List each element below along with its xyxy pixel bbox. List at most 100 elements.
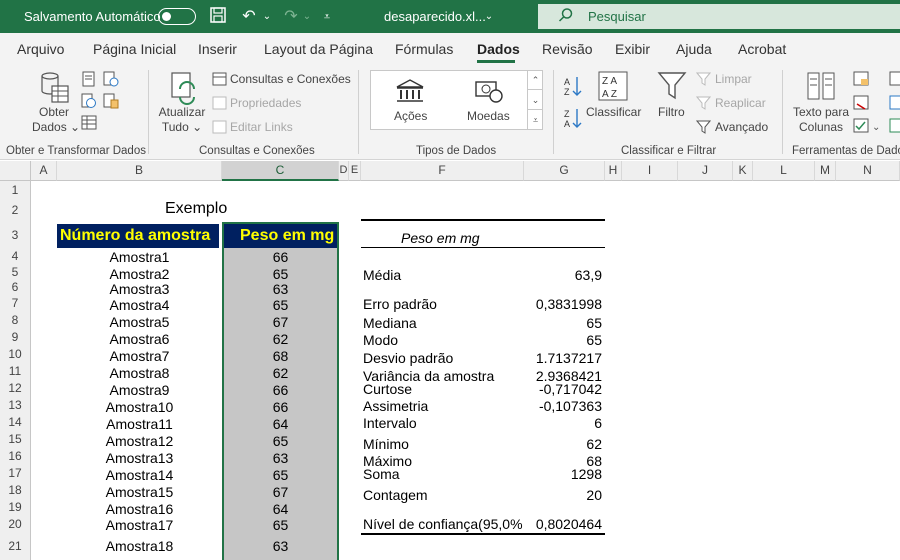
column-header[interactable]: K [733,161,753,181]
column-header[interactable]: A [31,161,57,181]
sample-value-cell[interactable]: 62 [222,331,339,347]
sample-value-cell[interactable]: 63 [222,450,339,466]
undo-dropdown-icon[interactable]: ⌄ [256,6,278,28]
stat-label-cell[interactable]: Média [363,267,525,283]
sample-value-cell[interactable]: 63 [222,538,339,554]
sample-name-cell[interactable]: Amostra14 [57,467,222,483]
remove-duplicates-icon[interactable] [853,95,869,116]
sample-value-cell[interactable]: 67 [222,314,339,330]
column-header[interactable]: L [753,161,815,181]
row-header[interactable]: 18 [0,482,31,499]
stats-title[interactable]: Peso em mg [401,230,480,246]
stat-value-cell[interactable]: 65 [525,332,602,348]
sample-value-cell[interactable]: 65 [222,433,339,449]
sample-name-cell[interactable]: Amostra10 [57,399,222,415]
row-header[interactable]: 1 [0,181,31,199]
column-header[interactable]: G [524,161,605,181]
sample-value-cell[interactable]: 66 [222,249,339,265]
stat-value-cell[interactable]: -0,107363 [525,398,602,414]
column-header[interactable]: I [622,161,678,181]
classificar-button[interactable]: Classificar [586,105,641,120]
sample-value-cell[interactable]: 68 [222,348,339,364]
tab-layout[interactable]: Layout da Página [264,41,373,57]
stat-label-cell[interactable]: Soma [363,466,525,482]
column-header[interactable]: N [836,161,900,181]
sample-name-cell[interactable]: Amostra15 [57,484,222,500]
sort-za-icon[interactable]: ZA [563,107,583,134]
column-header-selected[interactable]: C [222,161,339,181]
column-header[interactable]: M [815,161,836,181]
stat-label-cell[interactable]: Curtose [363,381,525,397]
tab-arquivo[interactable]: Arquivo [17,41,64,57]
sample-name-cell[interactable]: Amostra2 [57,266,222,282]
editar-links-button[interactable]: Editar Links [230,120,293,135]
sample-value-cell[interactable]: 64 [222,501,339,517]
row-header[interactable]: 11 [0,363,31,380]
column-header[interactable]: J [678,161,733,181]
row-header[interactable]: 8 [0,312,31,329]
tab-ajuda[interactable]: Ajuda [676,41,712,57]
sample-name-cell[interactable]: Amostra9 [57,382,222,398]
data-model-icon[interactable] [889,118,900,139]
autosave-toggle[interactable] [158,8,196,25]
stat-label-cell[interactable]: Nível de confiança(95,0% [363,516,525,532]
sample-value-cell[interactable]: 65 [222,467,339,483]
data-validation-icon[interactable] [853,118,869,139]
column-header[interactable]: D [339,161,349,181]
flash-fill-icon[interactable] [853,71,869,92]
sample-name-cell[interactable]: Amostra6 [57,331,222,347]
sample-value-cell[interactable]: 63 [222,281,339,297]
row-header[interactable]: 13 [0,397,31,414]
stat-label-cell[interactable]: Assimetria [363,398,525,414]
sample-value-cell[interactable]: 65 [222,297,339,313]
save-icon[interactable] [207,6,229,28]
sample-name-cell[interactable]: Amostra12 [57,433,222,449]
column-header[interactable]: B [57,161,222,181]
from-table-icon[interactable] [81,115,97,136]
column-header[interactable]: E [349,161,361,181]
redo-dropdown-icon[interactable]: ⌄ [296,6,318,28]
row-header[interactable]: 4 [0,248,31,264]
from-web-icon[interactable] [81,93,97,114]
stat-value-cell[interactable]: 63,9 [525,267,602,283]
search-box[interactable]: Pesquisar [538,4,900,29]
header-peso[interactable]: Peso em mg [240,227,334,245]
stat-label-cell[interactable]: Erro padrão [363,296,525,312]
existing-connections-icon[interactable] [103,93,119,114]
limpar-button[interactable]: Limpar [715,72,752,87]
row-header[interactable]: 6 [0,280,31,295]
tab-dados[interactable]: Dados [477,41,520,57]
tab-pagina-inicial[interactable]: Página Inicial [93,41,176,57]
filename-dropdown-icon[interactable]: ⌄ [478,6,500,28]
moedas-button[interactable]: Moedas [467,109,510,124]
stat-value-cell[interactable]: 1.7137217 [525,350,602,366]
column-header[interactable]: H [605,161,622,181]
atualizar-tudo-button[interactable]: Atualizar Tudo ⌄ [156,105,208,135]
sample-value-cell[interactable]: 67 [222,484,339,500]
avancado-button[interactable]: Avançado [715,120,768,135]
texto-para-colunas-button[interactable]: Texto para Colunas [791,105,851,135]
row-header[interactable]: 20 [0,516,31,533]
tab-formulas[interactable]: Fórmulas [395,41,453,57]
sample-name-cell[interactable]: Amostra4 [57,297,222,313]
sample-name-cell[interactable]: Amostra13 [57,450,222,466]
row-header[interactable]: 16 [0,448,31,465]
filtro-button[interactable]: Filtro [658,105,685,120]
recent-sources-icon[interactable] [103,71,119,92]
row-header[interactable]: 15 [0,431,31,448]
row-header[interactable]: 3 [0,222,31,248]
row-header[interactable]: 19 [0,499,31,516]
tab-exibir[interactable]: Exibir [615,41,650,57]
stat-value-cell[interactable]: 0,3831998 [525,296,602,312]
sample-value-cell[interactable]: 66 [222,399,339,415]
relationships-icon[interactable] [889,95,900,116]
column-header[interactable]: F [361,161,524,181]
stocks-icon[interactable] [395,78,425,109]
sample-value-cell[interactable]: 64 [222,416,339,432]
reaplicar-button[interactable]: Reaplicar [715,96,766,111]
sample-name-cell[interactable]: Amostra11 [57,416,222,432]
sample-name-cell[interactable]: Amostra17 [57,517,222,533]
sample-value-cell[interactable]: 65 [222,266,339,282]
sample-name-cell[interactable]: Amostra1 [57,249,222,265]
stat-value-cell[interactable]: 65 [525,315,602,331]
